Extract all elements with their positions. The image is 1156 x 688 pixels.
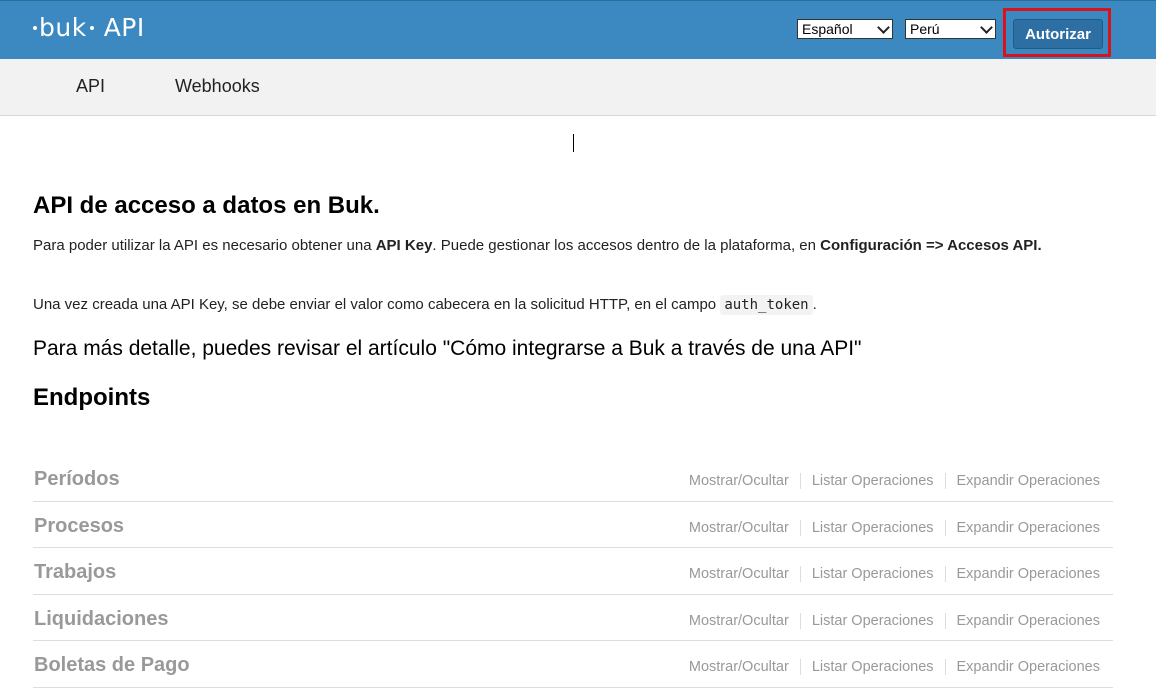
country-select[interactable]: Perú (905, 19, 996, 39)
subnav-item-webhooks[interactable]: Webhooks (175, 76, 260, 97)
authorize-highlight: Autorizar (1003, 8, 1111, 57)
expand-operations-link[interactable]: Expandir Operaciones (957, 613, 1100, 629)
api-key-label: API Key (375, 237, 433, 254)
toggle-link[interactable]: Mostrar/Ocultar (689, 473, 789, 489)
authorize-button[interactable]: Autorizar (1013, 19, 1103, 49)
logo-text: buk (39, 13, 87, 42)
divider (799, 612, 801, 629)
intro-text: . Puede gestionar los accesos dentro de … (432, 237, 821, 254)
resource-actions: Mostrar/Ocultar Listar Operaciones Expandi… (689, 473, 1100, 490)
expand-operations-link[interactable]: Expandir Operaciones (957, 566, 1100, 582)
divider (944, 566, 946, 583)
expand-operations-link[interactable]: Expandir Operaciones (957, 473, 1100, 489)
resource-actions: Mostrar/Ocultar Listar Operaciones Expandi… (689, 613, 1100, 629)
resource-actions: Mostrar/Ocultar Listar Operaciones Expandi… (689, 520, 1100, 536)
resource-name[interactable]: Boletas de Pago (34, 654, 190, 677)
buk-logo[interactable]: buk API (33, 13, 145, 42)
intro-text: . (812, 296, 817, 313)
divider (944, 612, 946, 629)
resource-row-periodos: Períodos Mostrar/Ocultar Listar Operacion… (33, 455, 1113, 502)
text-cursor (573, 134, 574, 152)
intro-text: Para poder utilizar la API es necesario … (33, 237, 376, 254)
app-title: API (103, 13, 145, 42)
chevron-down-icon (877, 21, 890, 34)
resource-name[interactable]: Trabajos (34, 561, 116, 584)
language-select[interactable]: Español (797, 19, 893, 39)
resource-actions: Mostrar/Ocultar Listar Operaciones Expandi… (689, 566, 1100, 583)
list-operations-link[interactable]: Listar Operaciones (812, 520, 934, 536)
resource-row-procesos: Procesos Mostrar/Ocultar Listar Operacion… (33, 502, 1113, 548)
resource-actions: Mostrar/Ocultar Listar Operaciones Expandi… (689, 659, 1100, 676)
expand-operations-link[interactable]: Expandir Operaciones (957, 520, 1100, 536)
list-operations-link[interactable]: Listar Operaciones (812, 659, 934, 675)
intro-paragraph-header: Una vez creada una API Key, se debe envi… (33, 293, 1113, 317)
resource-name[interactable]: Períodos (34, 468, 120, 491)
resource-row-liquidaciones: Liquidaciones Mostrar/Ocultar Listar Oper… (33, 595, 1113, 641)
endpoints-heading: Endpoints (33, 384, 151, 411)
divider (944, 473, 946, 490)
resource-name[interactable]: Procesos (34, 515, 124, 538)
divider (944, 659, 946, 676)
resource-name[interactable]: Liquidaciones (34, 608, 168, 631)
top-bar: buk API Español Perú Autorizar (0, 0, 1156, 59)
divider (799, 473, 801, 490)
resource-row-boletas: Boletas de Pago Mostrar/Ocultar Listar Op… (33, 641, 1113, 688)
intro-paragraph-api-key: Para poder utilizar la API es necesario … (33, 234, 1113, 258)
resource-row-trabajos: Trabajos Mostrar/Ocultar Listar Operacion… (33, 548, 1113, 595)
country-select-value: Perú (910, 21, 940, 37)
expand-operations-link[interactable]: Expandir Operaciones (957, 659, 1100, 675)
toggle-link[interactable]: Mostrar/Ocultar (689, 659, 789, 675)
auth-token-code: auth_token (720, 295, 813, 315)
list-operations-link[interactable]: Listar Operaciones (812, 566, 934, 582)
config-path-label: Configuración => Accesos API. (820, 237, 1042, 254)
sub-navigation: API Webhooks (0, 59, 1156, 116)
list-operations-link[interactable]: Listar Operaciones (812, 473, 934, 489)
logo-dot (89, 25, 94, 30)
resource-list: Períodos Mostrar/Ocultar Listar Operacion… (33, 455, 1113, 688)
divider (799, 566, 801, 583)
toggle-link[interactable]: Mostrar/Ocultar (689, 566, 789, 582)
toggle-link[interactable]: Mostrar/Ocultar (689, 613, 789, 629)
subnav-item-api[interactable]: API (76, 76, 105, 97)
toggle-link[interactable]: Mostrar/Ocultar (689, 520, 789, 536)
divider (799, 659, 801, 676)
logo-dot (33, 25, 37, 30)
language-select-value: Español (802, 21, 853, 37)
divider (944, 519, 946, 536)
intro-text: Una vez creada una API Key, se debe envi… (33, 296, 721, 313)
list-operations-link[interactable]: Listar Operaciones (812, 613, 934, 629)
chevron-down-icon (980, 21, 993, 34)
divider (799, 519, 801, 536)
page-title: API de acceso a datos en Buk. (33, 192, 380, 219)
more-details-link[interactable]: Para más detalle, puedes revisar el artí… (33, 337, 862, 361)
